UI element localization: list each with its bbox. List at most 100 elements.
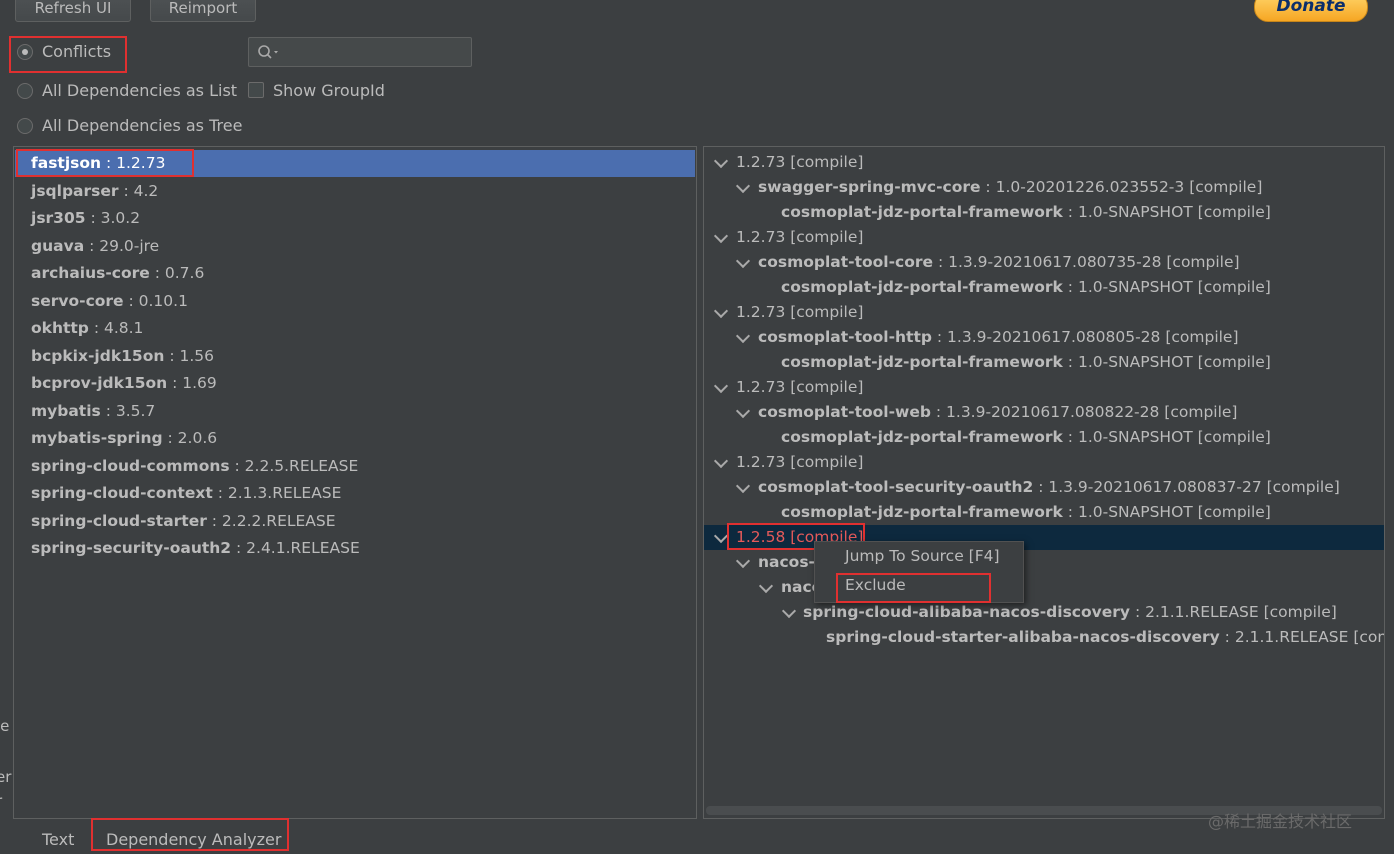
tree-node[interactable]: cosmoplat-jdz-portal-framework : 1.0-SNA… — [704, 200, 1384, 225]
artifact-version: : 2.0.6 — [162, 429, 218, 447]
chevron-down-icon[interactable] — [713, 378, 729, 394]
tree-node[interactable]: cosmoplat-jdz-portal-framework : 1.0-SNA… — [704, 275, 1384, 300]
conflicts-annotation-box — [9, 36, 127, 73]
artifact-detail: : 1.0-SNAPSHOT [compile] — [1062, 278, 1271, 296]
chevron-down-icon[interactable] — [713, 528, 729, 544]
reimport-button[interactable]: Reimport — [150, 0, 256, 22]
tree-node-label: cosmoplat-jdz-portal-framework : 1.0-SNA… — [781, 425, 1271, 450]
list-item[interactable]: guava : 29.0-jre — [15, 233, 695, 260]
artifact-name: cosmoplat-jdz-portal-framework — [781, 503, 1063, 521]
tree-node[interactable]: swagger-spring-mvc-core : 1.0-20201226.0… — [704, 175, 1384, 200]
list-item[interactable]: jsqlparser : 4.2 — [15, 178, 695, 205]
list-item[interactable]: spring-cloud-commons : 2.2.5.RELEASE — [15, 453, 695, 480]
artifact-detail: : 1.0-20201226.023552-3 [compile] — [980, 178, 1263, 196]
fastjson-annotation-box — [16, 149, 194, 177]
tree-node[interactable]: 1.2.73 [compile] — [704, 225, 1384, 250]
chevron-down-icon[interactable] — [713, 303, 729, 319]
tree-node-label: 1.2.73 [compile] — [736, 375, 863, 400]
show-groupid-checkbox[interactable] — [248, 82, 264, 98]
list-item[interactable]: mybatis-spring : 2.0.6 — [15, 425, 695, 452]
chevron-down-icon[interactable] — [758, 578, 774, 594]
tree-node[interactable]: 1.2.73 [compile] — [704, 375, 1384, 400]
artifact-version: : 4.8.1 — [88, 319, 144, 337]
all-dependencies-tree-label[interactable]: All Dependencies as Tree — [42, 116, 242, 135]
chevron-down-icon[interactable] — [781, 603, 797, 619]
list-item[interactable]: spring-cloud-starter : 2.2.2.RELEASE — [15, 508, 695, 535]
tree-node[interactable]: cosmoplat-tool-core : 1.3.9-20210617.080… — [704, 250, 1384, 275]
tree-node-label: cosmoplat-tool-web : 1.3.9-20210617.0808… — [758, 400, 1237, 425]
artifact-detail: : 1.3.9-20210617.080837-27 [compile] — [1033, 478, 1340, 496]
list-item[interactable]: spring-security-oauth2 : 2.4.1.RELEASE — [15, 535, 695, 562]
all-dependencies-list-label[interactable]: All Dependencies as List — [42, 81, 237, 100]
artifact-version: : 1.69 — [167, 374, 217, 392]
chevron-down-icon[interactable] — [713, 153, 729, 169]
all-dependencies-tree-radio[interactable] — [17, 118, 33, 134]
tree-node-label: 1.2.73 [compile] — [736, 300, 863, 325]
artifact-name: bcprov-jdk15on — [31, 374, 168, 392]
tree-node[interactable]: cosmoplat-jdz-portal-framework : 1.0-SNA… — [704, 350, 1384, 375]
tree-node[interactable]: cosmoplat-tool-http : 1.3.9-20210617.080… — [704, 325, 1384, 350]
artifact-name: swagger-spring-mvc-core — [758, 178, 981, 196]
donate-button[interactable]: Donate — [1254, 0, 1368, 22]
artifact-name: jsr305 — [31, 209, 86, 227]
artifact-version: : 3.0.2 — [85, 209, 141, 227]
tree-node[interactable]: spring-cloud-starter-alibaba-nacos-disco… — [704, 625, 1384, 650]
artifact-version: : 2.1.3.RELEASE — [212, 484, 342, 502]
tree-node[interactable]: nacc — [704, 575, 1384, 600]
list-item[interactable]: spring-cloud-context : 2.1.3.RELEASE — [15, 480, 695, 507]
edge-fragment: le — [0, 717, 10, 735]
tree-node-label: cosmoplat-tool-security-oauth2 : 1.3.9-2… — [758, 475, 1340, 500]
tree-node[interactable]: 1.2.73 [compile] — [704, 150, 1384, 175]
tree-node-label: cosmoplat-jdz-portal-framework : 1.0-SNA… — [781, 350, 1271, 375]
tree-node-label: cosmoplat-jdz-portal-framework : 1.0-SNA… — [781, 275, 1271, 300]
dependency-tree-panel[interactable]: 1.2.73 [compile] swagger-spring-mvc-core … — [703, 146, 1385, 819]
list-item[interactable]: archaius-core : 0.7.6 — [15, 260, 695, 287]
refresh-ui-button[interactable]: Refresh UI — [15, 0, 131, 22]
list-item[interactable]: bcpkix-jdk15on : 1.56 — [15, 343, 695, 370]
chevron-down-icon[interactable] — [735, 553, 751, 569]
chevron-down-icon[interactable] — [735, 178, 751, 194]
show-groupid-label[interactable]: Show GroupId — [273, 81, 385, 100]
artifact-version: : 3.5.7 — [100, 401, 156, 420]
jump-to-source-menu-item[interactable]: Jump To Source [F4] — [845, 547, 1000, 565]
list-item[interactable]: servo-core : 0.10.1 — [15, 288, 695, 315]
tree-node[interactable]: 1.2.73 [compile] — [704, 450, 1384, 475]
list-item[interactable]: mybatis : 3.5.7 — [15, 398, 695, 425]
chevron-down-icon[interactable] — [713, 453, 729, 469]
artifact-name: cosmoplat-tool-security-oauth2 — [758, 478, 1034, 496]
list-item[interactable]: okhttp : 4.8.1 — [15, 315, 695, 342]
tree-node[interactable]: 1.2.73 [compile] — [704, 300, 1384, 325]
all-dependencies-list-radio[interactable] — [17, 83, 33, 99]
artifact-name: cosmoplat-jdz-portal-framework — [781, 353, 1063, 371]
exclude-annotation-box — [836, 573, 991, 603]
tree-node-label: cosmoplat-tool-http : 1.3.9-20210617.080… — [758, 325, 1239, 350]
tree-node[interactable]: cosmoplat-jdz-portal-framework : 1.0-SNA… — [704, 500, 1384, 525]
tree-node[interactable]: spring-cloud-alibaba-nacos-discovery : 2… — [704, 600, 1384, 625]
artifact-name: spring-security-oauth2 — [31, 539, 232, 557]
artifact-name: okhttp — [31, 319, 89, 337]
chevron-down-icon[interactable] — [713, 228, 729, 244]
list-item[interactable]: jsr305 : 3.0.2 — [15, 205, 695, 232]
tree-node[interactable]: nacos-a — [704, 550, 1384, 575]
tree-node[interactable]: cosmoplat-tool-web : 1.3.9-20210617.0808… — [704, 400, 1384, 425]
artifact-detail: 1.2.73 [compile] — [736, 378, 864, 396]
chevron-down-icon[interactable] — [735, 478, 751, 494]
artifact-version: : 4.2 — [118, 181, 159, 200]
chevron-down-icon[interactable] — [735, 253, 751, 269]
tree-node[interactable]: cosmoplat-tool-security-oauth2 : 1.3.9-2… — [704, 475, 1384, 500]
tree-node-label: 1.2.73 [compile] — [736, 225, 863, 250]
artifact-detail: 1.2.73 [compile] — [736, 153, 864, 171]
artifact-detail: 1.2.73 [compile] — [736, 303, 864, 321]
tab-text[interactable]: Text — [42, 830, 74, 849]
chevron-down-icon[interactable] — [735, 403, 751, 419]
artifact-detail: : 1.3.9-20210617.080805-28 [compile] — [931, 328, 1239, 346]
search-input[interactable] — [248, 37, 472, 67]
search-icon — [258, 45, 278, 59]
artifact-name: servo-core — [31, 291, 124, 310]
edge-fragment: r — [0, 792, 2, 810]
list-item[interactable]: bcprov-jdk15on : 1.69 — [15, 370, 695, 397]
conflict-list-panel[interactable]: fastjson : 1.2.73 jsqlparser : 4.2 jsr305 … — [13, 146, 697, 819]
artifact-name: spring-cloud-alibaba-nacos-discovery — [803, 603, 1131, 621]
tree-node[interactable]: cosmoplat-jdz-portal-framework : 1.0-SNA… — [704, 425, 1384, 450]
chevron-down-icon[interactable] — [735, 328, 751, 344]
